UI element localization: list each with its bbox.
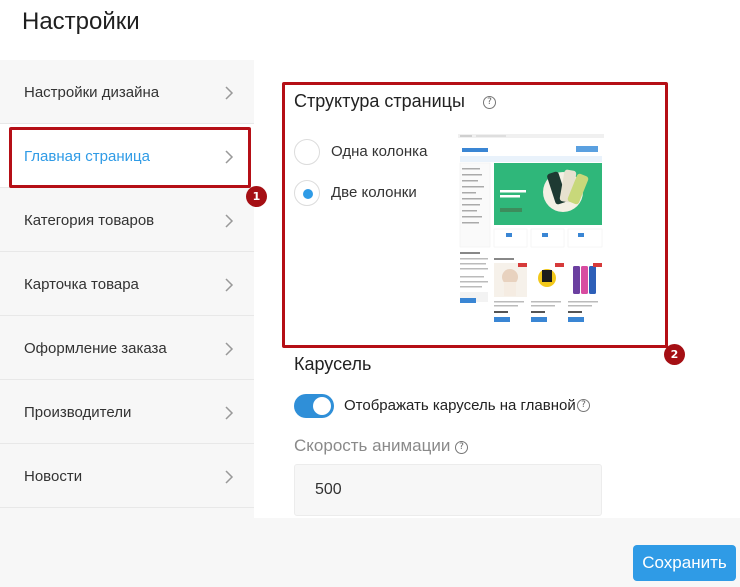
chevron-right-icon [225,470,234,484]
sidebar-item-label: Производители [24,404,132,421]
annotation-badge-2: 2 [664,344,685,365]
sidebar-item-label: Настройки дизайна [24,84,160,101]
footer-bar: Сохранить [0,518,740,587]
sidebar-item-manufacturers[interactable]: Производители [0,380,254,444]
sidebar-item-news[interactable]: Новости [0,444,254,508]
save-button[interactable]: Сохранить [633,545,736,581]
annotation-box-2 [282,82,668,348]
help-icon[interactable]: ? [455,441,468,454]
sidebar-item-product-card[interactable]: Карточка товара [0,252,254,316]
chevron-right-icon [225,214,234,228]
chevron-right-icon [225,406,234,420]
sidebar-item-category[interactable]: Категория товаров [0,188,254,252]
sidebar-item-checkout[interactable]: Оформление заказа [0,316,254,380]
annotation-box-1 [9,127,251,188]
toggle-knob [313,397,331,415]
chevron-right-icon [225,86,234,100]
carousel-title: Карусель [294,354,372,374]
carousel-toggle-label: Отображать карусель на главной [344,397,576,414]
sidebar-item-label: Оформление заказа [24,340,167,357]
sidebar-item-label: Новости [24,468,83,485]
sidebar-item-label: Карточка товара [24,276,139,293]
header: Настройки [0,0,740,60]
help-icon[interactable]: ? [577,399,590,412]
chevron-right-icon [225,278,234,292]
animation-speed-label: Скорость анимации [294,436,451,455]
annotation-badge-1: 1 [246,186,267,207]
carousel-toggle[interactable] [294,394,334,418]
sidebar-item-design-settings[interactable]: Настройки дизайна [0,60,254,124]
chevron-right-icon [225,342,234,356]
page-title: Настройки [22,8,140,35]
animation-speed-input[interactable]: 500 [294,464,602,516]
sidebar-item-label: Категория товаров [24,212,155,229]
